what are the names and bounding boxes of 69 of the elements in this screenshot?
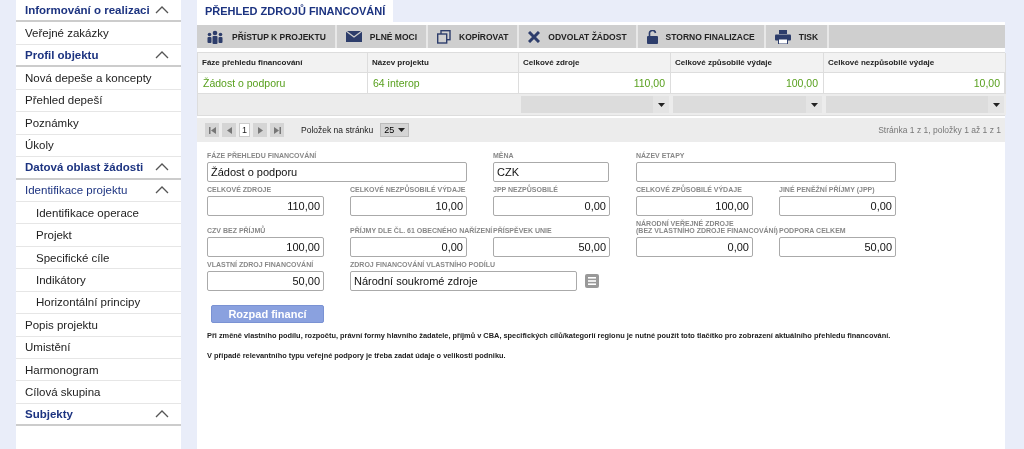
close-icon: [528, 30, 541, 43]
list-icon: [588, 277, 596, 285]
select-field[interactable]: Národní soukromé zdroje: [350, 271, 577, 291]
section-header[interactable]: Identifikace projektu: [16, 179, 181, 202]
page-size-dropdown[interactable]: 25: [380, 123, 410, 137]
next-page-icon: [256, 126, 264, 134]
input-field[interactable]: [636, 162, 896, 182]
collapse-caret-icon: [155, 163, 169, 172]
sidebar-item[interactable]: Poznámky: [16, 112, 181, 135]
column-header[interactable]: Celkové způsobilé výdaje: [671, 53, 824, 73]
caret-icon: [398, 128, 406, 132]
sidebar-item[interactable]: Specifické cíle: [16, 246, 181, 270]
sidebar-item[interactable]: Indikátory: [16, 269, 181, 292]
caret-icon: [810, 102, 818, 107]
section-header[interactable]: Profil objektu: [16, 44, 181, 68]
caret-icon: [992, 102, 1000, 107]
sidebar-item[interactable]: Úkoly: [16, 134, 181, 158]
sidebar-item[interactable]: Umistění: [16, 336, 181, 359]
column-header[interactable]: Celkové zdroje: [519, 53, 671, 73]
sidebar-item[interactable]: Přehled depeší: [16, 89, 181, 113]
envelope-icon: [345, 31, 362, 42]
sidebar-item[interactable]: Harmonogram: [16, 359, 181, 382]
input-field[interactable]: 50,00: [779, 237, 896, 257]
input-field[interactable]: CZK: [493, 162, 609, 182]
input-field[interactable]: 110,00: [207, 196, 324, 216]
input-field[interactable]: 10,00: [350, 196, 467, 216]
next-page-button[interactable]: [253, 123, 267, 137]
section-header[interactable]: Subjekty: [16, 403, 181, 427]
padlock-icon: [646, 29, 658, 44]
tab[interactable]: PŘEHLED ZDROJŮ FINANCOVÁNÍ: [197, 0, 394, 22]
page-number[interactable]: 1: [239, 123, 250, 137]
sidebar-item[interactable]: Veřejné zakázky: [16, 22, 181, 45]
sidebar-item[interactable]: Identifikace operace: [16, 201, 181, 225]
printer-icon: [774, 29, 791, 44]
people-icon: [206, 29, 224, 44]
sidebar-item[interactable]: Projekt: [16, 224, 181, 247]
collapse-caret-icon: [155, 6, 169, 15]
sidebar-item[interactable]: Popis projektu: [16, 314, 181, 337]
input-field[interactable]: 50,00: [493, 237, 610, 257]
previous-page-button[interactable]: [222, 123, 236, 137]
page-size-label: Položek na stránku: [301, 125, 374, 135]
copy-icon: [437, 29, 452, 44]
input-field[interactable]: 0,00: [493, 196, 610, 216]
list-button[interactable]: [585, 274, 599, 288]
column-header[interactable]: Název projektu: [368, 53, 519, 73]
column-header[interactable]: Fáze přehledu financování: [198, 53, 368, 73]
input-field[interactable]: Žádost o podporu: [207, 162, 467, 182]
first-page-button[interactable]: [205, 123, 219, 137]
sidebar-item[interactable]: Horizontální principy: [16, 291, 181, 315]
input-field[interactable]: 0,00: [636, 237, 753, 257]
input-field[interactable]: 100,00: [207, 237, 324, 257]
last-page-icon: [273, 126, 281, 134]
caret-icon: [657, 102, 665, 107]
sidebar-item[interactable]: Nová depeše a koncepty: [16, 67, 181, 90]
sidebar-item[interactable]: Cílová skupina: [16, 381, 181, 404]
collapse-caret-icon: [155, 410, 169, 419]
input-field[interactable]: 50,00: [207, 271, 324, 291]
input-field[interactable]: 0,00: [779, 196, 896, 216]
input-field[interactable]: 0,00: [350, 237, 467, 257]
first-page-icon: [208, 126, 216, 134]
pagination-summary: Stránka 1 z 1, položky 1 až 1 z 1: [878, 125, 1001, 135]
collapse-caret-icon: [155, 51, 169, 60]
column-header[interactable]: Celkové nezpůsobilé výdaje: [824, 53, 1006, 73]
previous-page-icon: [225, 126, 233, 134]
collapse-caret-icon: [155, 186, 169, 195]
last-page-button[interactable]: [270, 123, 284, 137]
input-field[interactable]: 100,00: [636, 196, 753, 216]
section-header[interactable]: Datová oblast žádosti: [16, 157, 181, 180]
section-header[interactable]: Informování o realizaci: [16, 0, 181, 23]
